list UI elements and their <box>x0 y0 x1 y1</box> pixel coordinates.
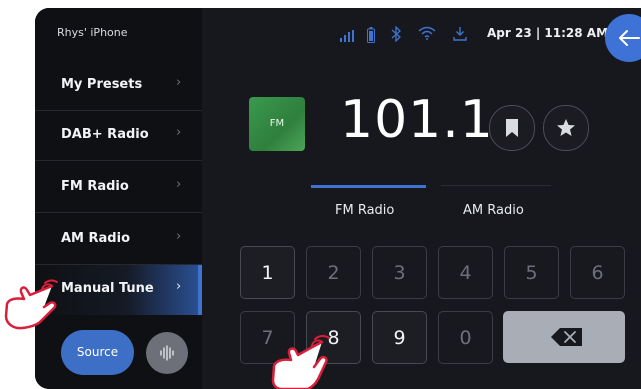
sidebar-item-fm-radio[interactable]: FM Radio › <box>35 163 202 213</box>
key-1[interactable]: 1 <box>240 246 295 299</box>
frequency-display: 101.1 <box>340 90 494 150</box>
key-5[interactable]: 5 <box>504 246 559 299</box>
back-arrow-icon <box>619 30 640 46</box>
sidebar-item-am-radio[interactable]: AM Radio › <box>35 215 202 265</box>
download-icon <box>453 27 467 41</box>
device-name: Rhys' iPhone <box>57 26 128 39</box>
bluetooth-icon <box>391 26 401 42</box>
sidebar-item-label: DAB+ Radio <box>61 127 149 142</box>
hand-pointer-icon <box>4 279 58 330</box>
fm-badge-label: FM <box>269 118 285 129</box>
active-indicator <box>198 265 202 315</box>
source-button[interactable]: Source <box>61 330 134 375</box>
tab-am-indicator <box>441 185 551 186</box>
chevron-right-icon: › <box>176 229 182 244</box>
key-9[interactable]: 9 <box>372 311 427 364</box>
sound-button[interactable] <box>146 332 188 374</box>
back-button[interactable] <box>605 14 641 62</box>
tab-fm-radio[interactable]: FM Radio <box>335 203 394 218</box>
key-2[interactable]: 2 <box>306 246 361 299</box>
key-4[interactable]: 4 <box>438 246 493 299</box>
chevron-right-icon: › <box>176 279 182 294</box>
sound-wave-icon <box>160 345 174 361</box>
sidebar-item-my-presets[interactable]: My Presets › <box>35 61 202 111</box>
sidebar-item-label: FM Radio <box>61 179 129 194</box>
date-time: Apr 23 | 11:28 AM <box>487 26 609 40</box>
tab-am-radio[interactable]: AM Radio <box>463 203 524 218</box>
tab-fm-indicator <box>311 185 426 188</box>
chevron-right-icon: › <box>176 75 182 90</box>
chevron-right-icon: › <box>176 177 182 192</box>
chevron-right-icon: › <box>176 125 182 140</box>
divider <box>35 212 202 213</box>
sidebar-item-dab-radio[interactable]: DAB+ Radio › <box>35 111 202 161</box>
divider <box>35 160 202 161</box>
bookmark-button[interactable] <box>489 105 535 151</box>
key-3[interactable]: 3 <box>372 246 427 299</box>
sidebar-item-label: Manual Tune <box>61 281 154 296</box>
backspace-icon <box>551 328 582 346</box>
key-6[interactable]: 6 <box>570 246 625 299</box>
key-0[interactable]: 0 <box>438 311 493 364</box>
star-icon <box>557 119 575 136</box>
favorite-button[interactable] <box>543 105 589 151</box>
sidebar-item-label: AM Radio <box>61 231 130 246</box>
battery-icon <box>367 27 375 43</box>
car-screen: Rhys' iPhone My Presets › DAB+ Radio › F… <box>35 8 641 389</box>
wifi-icon <box>418 26 436 40</box>
bookmark-icon <box>506 119 518 137</box>
signal-icon <box>340 30 354 42</box>
sidebar-item-label: My Presets <box>61 77 143 92</box>
hand-pointer-icon <box>271 334 330 389</box>
backspace-button[interactable] <box>503 311 625 363</box>
fm-badge: FM <box>249 97 305 151</box>
